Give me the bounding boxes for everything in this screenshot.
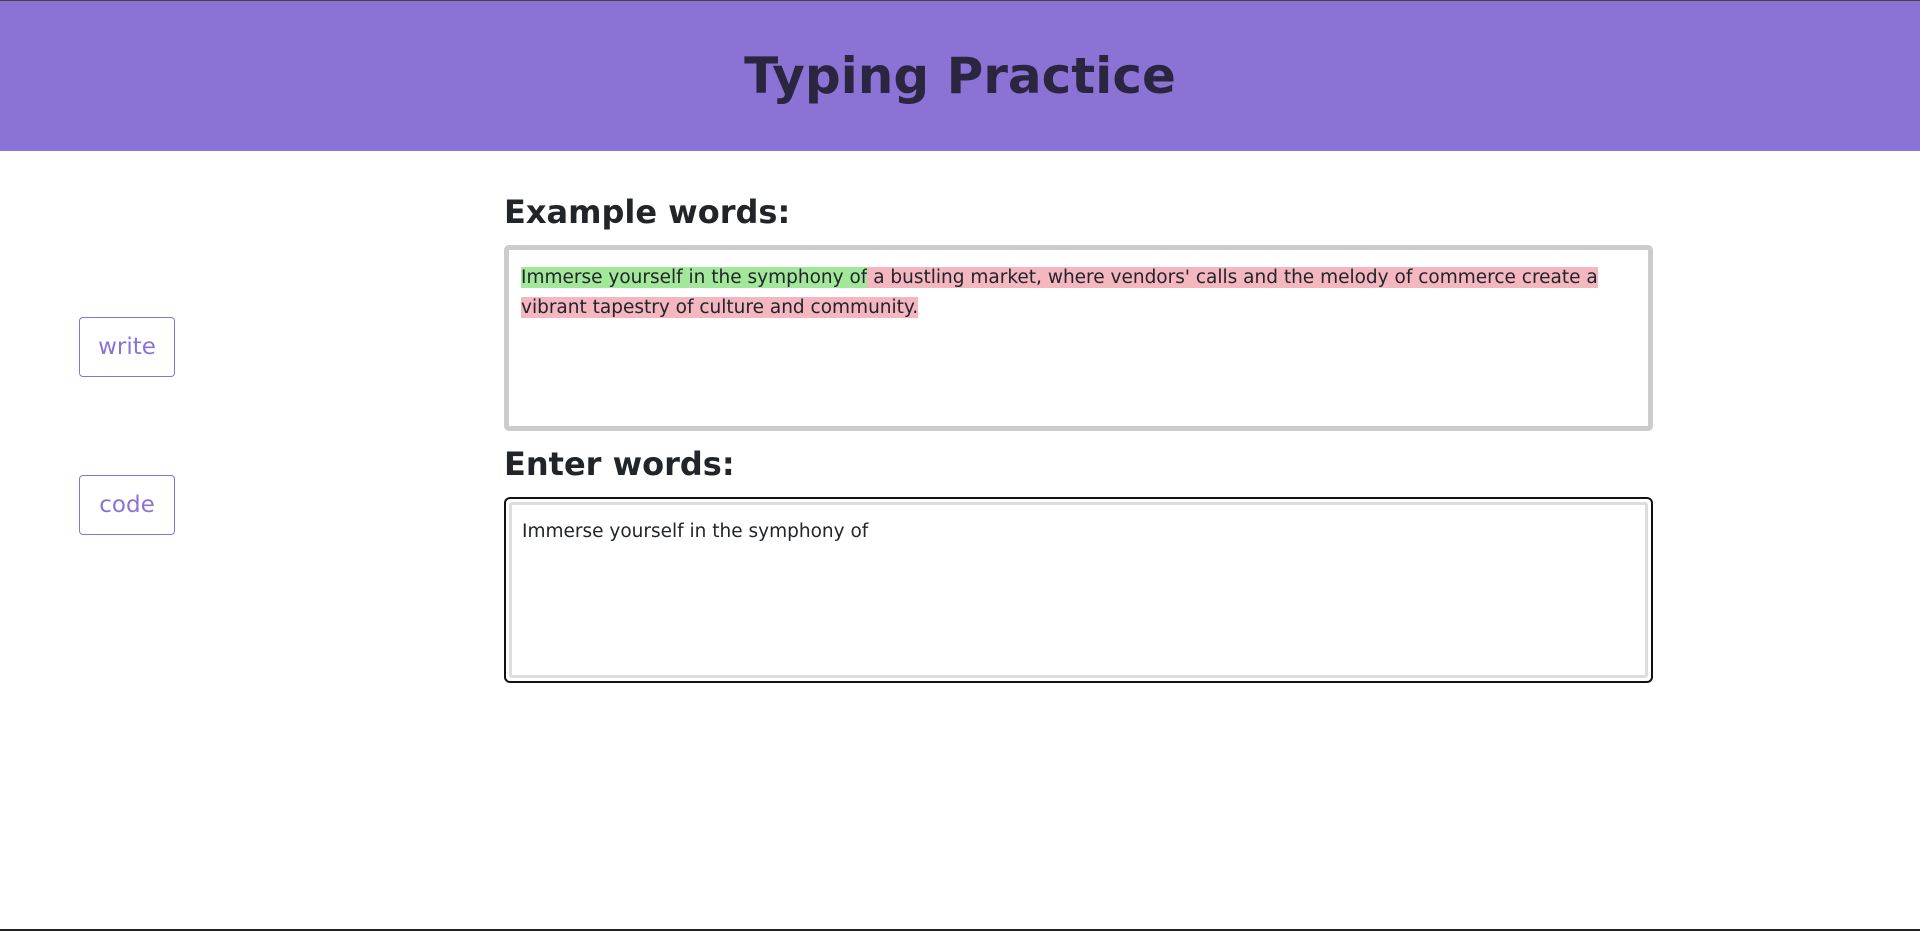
example-words-box: Immerse yourself in the symphony of a bu… <box>504 245 1653 431</box>
page-title: Typing Practice <box>744 47 1176 105</box>
page: Typing Practice write code Example words… <box>0 0 1920 931</box>
example-words-label: Example words: <box>504 193 791 231</box>
enter-words-label: Enter words: <box>504 445 735 483</box>
enter-words-wrapper <box>504 497 1653 683</box>
enter-words-input[interactable] <box>509 502 1648 678</box>
typed-correct-text: Immerse yourself in the symphony of <box>521 267 868 288</box>
write-button[interactable]: write <box>79 317 175 377</box>
app-header: Typing Practice <box>0 1 1920 151</box>
code-button[interactable]: code <box>79 475 175 535</box>
